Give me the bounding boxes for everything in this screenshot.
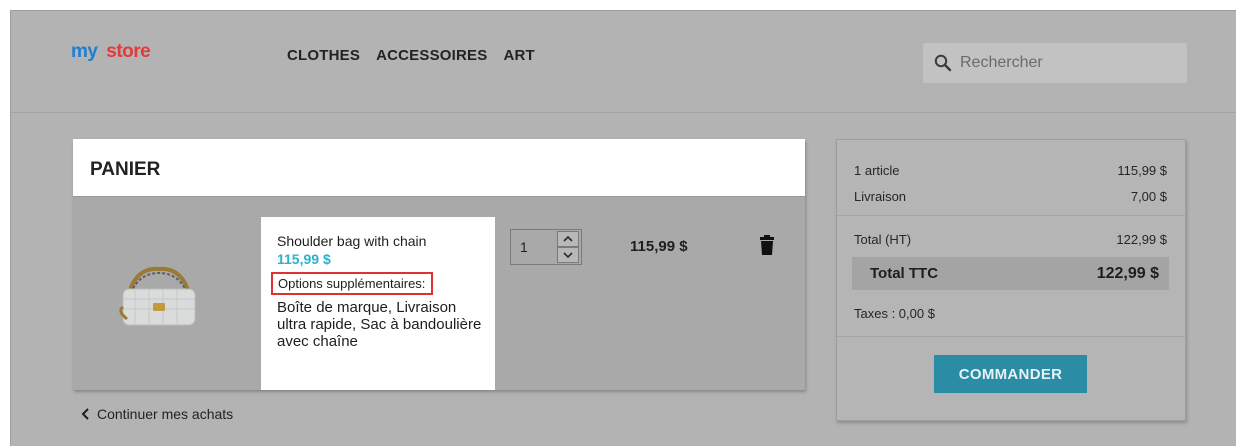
summary-total-ht-row: Total (HT) 122,99 $ [854,232,1167,247]
nav-accessoires[interactable]: ACCESSOIRES [376,47,487,64]
product-name[interactable]: Shoulder bag with chain [277,233,426,249]
checkout-button[interactable]: COMMANDER [934,355,1087,393]
quantity-increase-button[interactable] [557,231,579,247]
summary-taxes: Taxes : 0,00 $ [854,306,935,321]
options-label: Options supplémentaires: [271,272,434,295]
quantity-stepper: 1 [510,229,582,265]
continue-shopping-link[interactable]: Continuer mes achats [81,406,233,422]
search-icon[interactable] [934,54,952,72]
main-nav: CLOTHES ACCESSOIRES ART [287,47,535,64]
summary-shipping-row: Livraison 7,00 $ [854,189,1167,204]
summary-total-ht-value: 122,99 $ [1116,232,1167,247]
search-input[interactable] [958,53,1172,73]
nav-clothes[interactable]: CLOTHES [287,47,360,64]
continue-shopping-label: Continuer mes achats [97,406,234,422]
summary-total-ttc-value: 122,99 $ [1096,265,1159,282]
logo-word-my: my [71,41,98,62]
summary-total-ttc-row: Total TTC 122,99 $ [852,257,1169,290]
logo-word-store: store [106,41,151,62]
cart-summary: 1 article 115,99 $ Livraison 7,00 $ Tota… [836,139,1186,421]
divider [73,196,805,197]
summary-total-ht-label: Total (HT) [854,232,912,247]
summary-items-label: 1 article [854,163,900,178]
summary-total-ttc-label: Total TTC [870,265,939,282]
quantity-decrease-button[interactable] [557,247,579,263]
nav-art[interactable]: ART [503,47,534,64]
store-logo[interactable]: my store [71,41,151,63]
chevron-left-icon [81,408,89,420]
cart-title: PANIER [90,159,161,180]
trash-icon [760,235,774,255]
options-values: Boîte de marque, Livraison ultra rapide,… [277,299,482,350]
cart-header: PANIER [73,139,805,196]
quantity-input[interactable]: 1 [520,239,528,255]
summary-taxes-row: Taxes : 0,00 $ [854,306,1167,321]
product-price: 115,99 $ [277,251,331,267]
site-header: my store CLOTHES ACCESSOIRES ART [11,11,1236,113]
chevron-up-icon [563,235,573,242]
search-bar [923,43,1187,83]
page-frame: my store CLOTHES ACCESSOIRES ART PANIER [10,10,1236,446]
line-total: 115,99 $ [630,238,688,255]
chevron-down-icon [563,252,573,259]
delete-item-button[interactable] [759,235,775,255]
product-image[interactable] [109,259,209,331]
summary-shipping-value: 7,00 $ [1130,189,1167,204]
summary-items-row: 1 article 115,99 $ [854,163,1167,178]
summary-shipping-label: Livraison [854,189,907,204]
product-info: Shoulder bag with chain 115,99 $ Options… [261,217,495,390]
cart-panel: PANIER Shoulder bag with chain 115,99 $ … [73,139,805,390]
divider [837,215,1185,216]
divider [837,336,1185,337]
summary-items-value: 115,99 $ [1117,163,1167,178]
